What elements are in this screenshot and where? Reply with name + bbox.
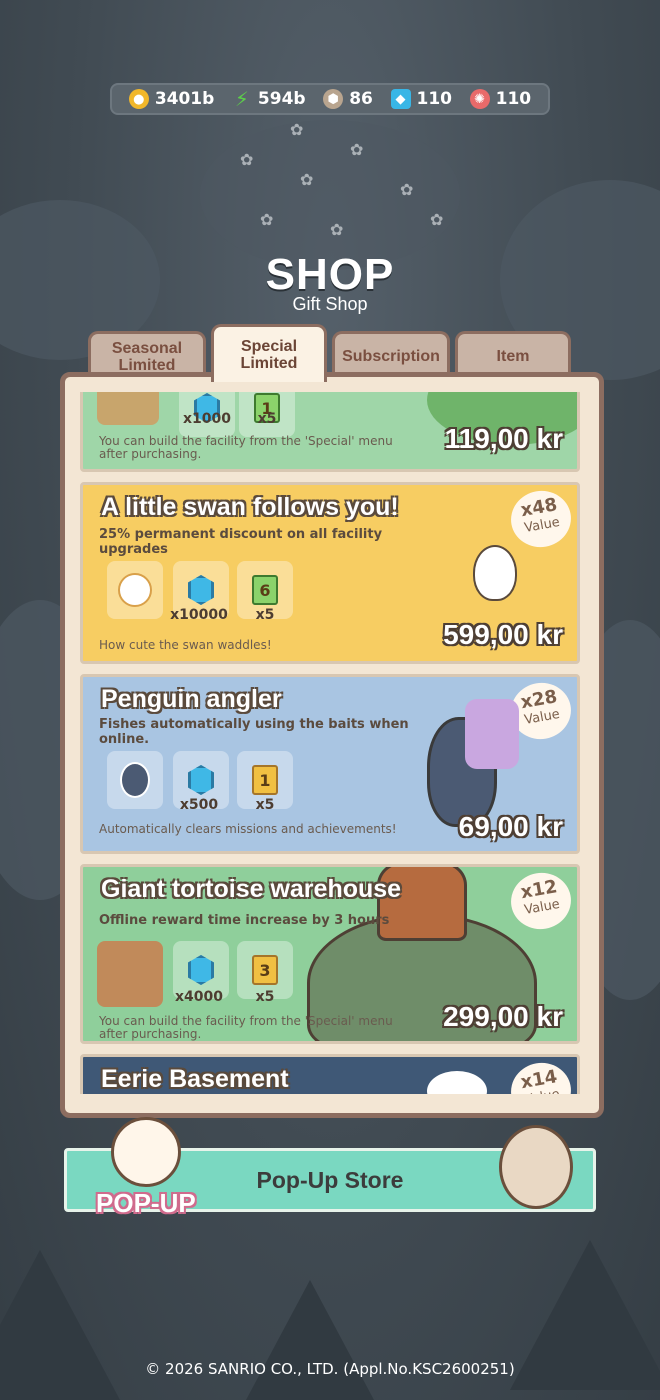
reward-quantity: x5: [255, 607, 275, 623]
reward-quantity: x4000: [175, 989, 223, 1005]
package-name: Eerie Basement: [101, 1065, 289, 1093]
blue-gem-icon: ◆: [390, 89, 411, 109]
reward-quantity: x500: [179, 797, 219, 813]
package-card[interactable]: A little swan follows you! 25% permanent…: [80, 482, 580, 664]
blue-gem-icon: [188, 955, 214, 985]
penguin-reward: [107, 751, 163, 809]
package-price[interactable]: 599,00 kr: [443, 619, 563, 651]
package-price[interactable]: 69,00 kr: [459, 811, 563, 843]
blue-gem-icon: [188, 765, 214, 795]
package-list[interactable]: x1000 1 x5 You can build the facility fr…: [80, 392, 580, 1094]
resource-gold: ● 3401b: [128, 89, 215, 109]
resource-bar: ● 3401b ⚡ 594b ⬢ 86 ◆ 110 ✺ 110: [110, 83, 550, 115]
gold-coin-icon: ●: [128, 89, 149, 109]
resource-value: 594b: [257, 89, 306, 109]
cat-mascot-icon: [111, 1117, 181, 1187]
package-price[interactable]: 119,00 kr: [445, 423, 563, 455]
resource-red-gem: ✺ 110: [469, 89, 532, 109]
value-label: Value: [523, 896, 562, 918]
popup-store-title: Pop-Up Store: [256, 1166, 404, 1193]
package-card[interactable]: Eerie Basement x14 Value: [80, 1054, 580, 1094]
package-card[interactable]: Penguin angler Fishes automatically usin…: [80, 674, 580, 854]
penguin-icon: [120, 762, 150, 798]
package-card[interactable]: x1000 1 x5 You can build the facility fr…: [80, 392, 580, 472]
value-label: Value: [523, 706, 562, 728]
resource-blue-gem: ◆ 110: [390, 89, 453, 109]
hamster-mascot-icon: [499, 1125, 573, 1209]
package-description: Fishes automatically using the baits whe…: [99, 717, 409, 747]
package-footer: How cute the swan waddles!: [99, 638, 272, 652]
copyright-text: © 2026 SANRIO CO., LTD. (Appl.No.KSC2600…: [145, 1360, 515, 1378]
resource-value: 110: [495, 89, 532, 109]
package-footer: You can build the facility from the 'Spe…: [99, 1014, 393, 1041]
swan-illustration: [473, 545, 517, 601]
resource-value: 3401b: [154, 89, 215, 109]
resource-value: 86: [349, 89, 373, 109]
facility-thumbnail: [97, 392, 159, 425]
resource-parts: ⬢ 86: [323, 89, 373, 109]
tab-special-limited[interactable]: Special Limited: [211, 324, 327, 382]
shop-subtitle: Gift Shop: [292, 294, 368, 314]
ticket-icon: 1: [252, 765, 278, 795]
package-name: A little swan follows you!: [101, 493, 399, 521]
energy-bolt-icon: ⚡: [234, 87, 249, 111]
swan-reward: [107, 561, 163, 619]
package-footer: You can build the facility from the 'Spe…: [99, 434, 393, 461]
value-badge: x14 Value: [506, 1058, 576, 1094]
ticket-icon: 6: [252, 575, 278, 605]
reward-quantity: x5: [255, 989, 275, 1005]
popup-label: POP-UP: [96, 1188, 196, 1218]
value-badge: x48 Value: [506, 486, 576, 552]
reward-quantity: x10000: [170, 607, 228, 623]
package-footer: Automatically clears missions and achiev…: [99, 822, 397, 836]
value-badge: x12 Value: [506, 868, 576, 934]
reward-quantity: x5: [255, 797, 275, 813]
shop-title: SHOP: [265, 250, 395, 299]
nut-bolt-icon: ⬢: [323, 89, 344, 109]
blue-gem-icon: [188, 575, 214, 605]
swan-icon: [118, 573, 152, 607]
ghost-cat-illustration: [427, 1071, 487, 1094]
resource-energy: ⚡ 594b: [232, 87, 306, 111]
package-description: 25% permanent discount on all facility u…: [99, 527, 383, 557]
package-description: Offline reward time increase by 3 hours: [99, 913, 390, 928]
resource-value: 110: [416, 89, 453, 109]
package-name: Giant tortoise warehouse: [101, 875, 402, 903]
backpack-illustration: [465, 699, 519, 769]
reward-quantity: x5: [257, 411, 277, 427]
package-card[interactable]: Giant tortoise warehouse Offline reward …: [80, 864, 580, 1044]
ticket-icon: 3: [252, 955, 278, 985]
package-price[interactable]: 299,00 kr: [443, 1001, 563, 1033]
package-name: Penguin angler: [101, 685, 282, 713]
reward-quantity: x1000: [183, 411, 231, 427]
facility-thumbnail: [97, 941, 163, 1007]
value-label: Value: [523, 514, 562, 536]
red-gem-icon: ✺: [469, 89, 490, 109]
